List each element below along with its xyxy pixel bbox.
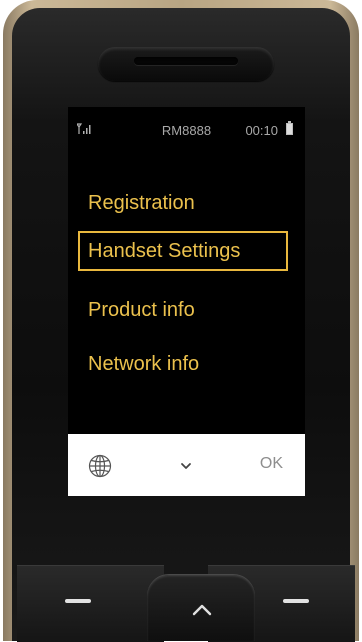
- earpiece-slot: [134, 57, 238, 65]
- right-softkey-dash: [283, 599, 309, 603]
- softkey-bar: OK: [68, 434, 305, 496]
- battery-icon: [286, 121, 293, 135]
- globe-icon[interactable]: [88, 454, 112, 478]
- clock-time: 00:10: [245, 123, 278, 138]
- menu-item-handset-settings[interactable]: Handset Settings: [78, 231, 288, 271]
- ok-softkey-label[interactable]: OK: [260, 455, 283, 473]
- chevron-up-icon: [192, 604, 212, 616]
- status-bar: RM8888 00:10: [68, 121, 305, 141]
- phone-screen: RM8888 00:10 Registration Handset Settin…: [68, 107, 305, 496]
- menu-item-network-info[interactable]: Network info: [78, 344, 288, 384]
- chevron-down-icon[interactable]: [177, 458, 195, 474]
- hardware-keypad: [17, 565, 355, 642]
- nav-up-key[interactable]: [147, 575, 255, 641]
- left-softkey[interactable]: [17, 565, 164, 642]
- left-softkey-dash: [65, 599, 91, 603]
- earpiece: [98, 47, 274, 81]
- menu-item-registration[interactable]: Registration: [78, 183, 288, 223]
- menu-item-product-info[interactable]: Product info: [78, 290, 288, 330]
